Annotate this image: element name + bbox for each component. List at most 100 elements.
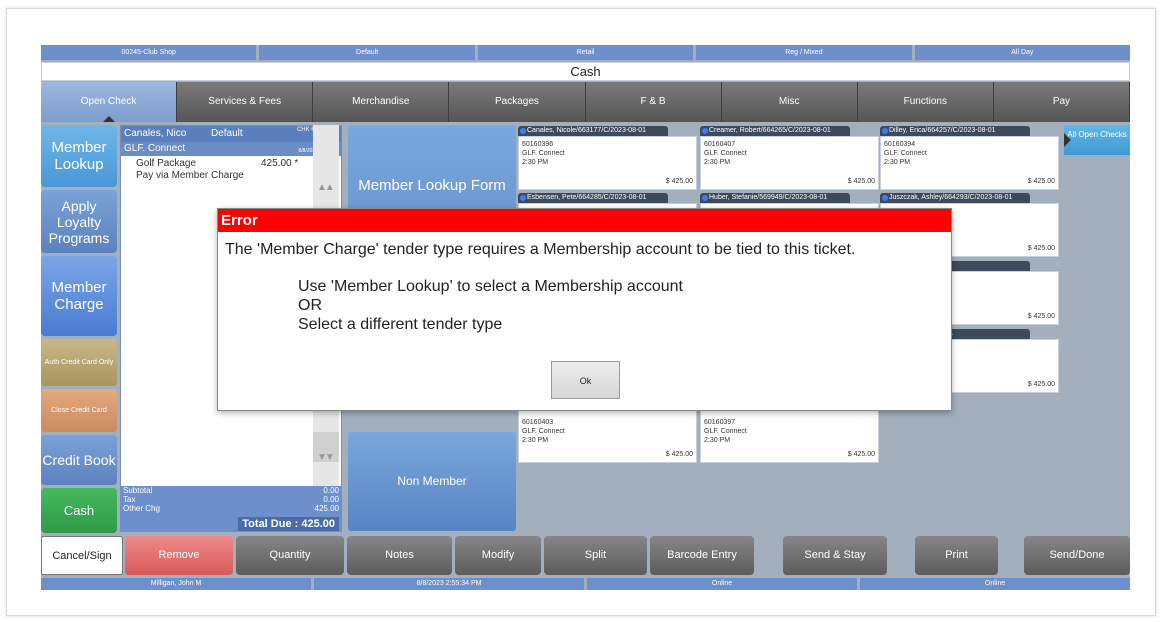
modify-button[interactable]: Modify [455, 536, 541, 575]
card-time: 2:30 PM [704, 437, 731, 444]
status-connection-2: Online [860, 578, 1130, 590]
member-charge-button[interactable]: Member Charge [41, 256, 117, 336]
tab-open-check[interactable]: Open Check [41, 82, 178, 122]
item-name: Golf Package [136, 158, 197, 169]
tab-pay[interactable]: Pay [993, 82, 1130, 122]
card-header: Esbensen, Pete/664285/C/2023-08-01 [518, 193, 668, 203]
card-amount: $ 425.00 [1027, 178, 1055, 185]
dialog-message: The 'Member Charge' tender type requires… [225, 241, 856, 258]
tab-functions[interactable]: Functions [857, 82, 994, 122]
info-bar: 00245-Club Shop Default Retail Reg / Mix… [41, 45, 1130, 60]
card-amount: $ 425.00 [847, 178, 875, 185]
auth-credit-card-button[interactable]: Auth Credit Card Only [41, 339, 117, 386]
card-time: 2:30 PM [884, 159, 911, 166]
status-datetime: 8/8/2023 2:55:34 PM [314, 578, 584, 590]
credit-book-button[interactable]: Credit Book [41, 435, 117, 485]
notes-button[interactable]: Notes [347, 536, 452, 575]
card-check: 60160397 [704, 419, 736, 426]
status-bar: Milligan, John M 8/8/2023 2:55:34 PM Onl… [41, 578, 1130, 590]
card-header: Canales, Nicole/663177/C/2023-08-01 [518, 126, 668, 136]
card-amount: $ 425.00 [1027, 313, 1055, 320]
info-shop: 00245-Club Shop [41, 45, 257, 60]
ticket-price-level: Default [211, 128, 243, 139]
barcode-entry-button[interactable]: Barcode Entry [650, 536, 754, 575]
dialog-line-3: Select a different tender type [298, 316, 503, 333]
card-amount: $ 425.00 [1027, 245, 1055, 252]
apply-loyalty-button[interactable]: Apply Loyalty Programs [41, 190, 117, 253]
card-check: 60160407 [704, 141, 736, 148]
dialog-line-2: OR [298, 297, 322, 314]
error-dialog: Error The 'Member Charge' tender type re… [217, 208, 952, 411]
card-header: Creamer, Robert/664265/C/2023-08-01 [700, 126, 850, 136]
info-type: Retail [477, 45, 694, 60]
card-check: 60160394 [884, 141, 916, 148]
cancel-sign-out-button[interactable]: Cancel/Sign Out [41, 536, 123, 590]
remove-button[interactable]: Remove [125, 536, 233, 575]
dialog-line-1: Use 'Member Lookup' to select a Membersh… [298, 278, 683, 295]
send-stay-button[interactable]: Send & Stay [783, 536, 887, 575]
cash-button[interactable]: Cash [41, 488, 117, 533]
tab-fb[interactable]: F & B [585, 82, 722, 122]
tab-merchandise[interactable]: Merchandise [313, 82, 450, 122]
tax-value: 0.00 [323, 495, 339, 504]
scroll-down-icon[interactable]: ▼▼ [317, 452, 335, 463]
other-charge-value: 425.00 [314, 504, 339, 513]
ticket-totals: Subtotal 0.00 Tax 0.00 Other Chg 425.00 Tot… [120, 486, 342, 532]
split-button[interactable]: Split [544, 536, 647, 575]
info-period: All Day [914, 45, 1130, 60]
open-check-card[interactable]: Dilley, Erica/664257/C/2023-08-01 601603… [880, 126, 1059, 202]
card-check: 60160396 [522, 141, 554, 148]
tab-packages[interactable]: Packages [449, 82, 586, 122]
card-check: 60160403 [522, 419, 554, 426]
open-check-card[interactable]: Canales, Nicole/663177/C/2023-08-01 6016… [518, 126, 697, 202]
member-lookup-button[interactable]: Member Lookup [41, 125, 117, 187]
status-user: Milligan, John M [41, 578, 311, 590]
open-check-card[interactable]: Creamer, Robert/664265/C/2023-08-01 6016… [700, 126, 879, 202]
total-due: Total Due : 425.00 [238, 517, 339, 531]
tab-misc[interactable]: Misc [721, 82, 858, 122]
card-amount: $ 425.00 [1027, 381, 1055, 388]
card-header: Dilley, Erica/664257/C/2023-08-01 [880, 126, 1030, 136]
ticket-header: Canales, Nico Default CHK 60160396 [121, 126, 341, 142]
all-open-checks-button[interactable]: All Open Checks [1064, 125, 1130, 155]
print-button[interactable]: Print [915, 536, 998, 575]
card-group: GLF. Connect [522, 150, 565, 157]
card-group: GLF. Connect [522, 428, 565, 435]
card-header: Juszczak, Ashley/664293/C/2023-08-01 [880, 193, 1030, 203]
tender-title: Cash [41, 62, 1130, 81]
item-price: 425.00 * [261, 158, 299, 169]
ticket-customer: Canales, Nico [124, 128, 187, 139]
ok-button[interactable]: Ok [551, 361, 620, 399]
card-amount: $ 425.00 [665, 451, 693, 458]
open-check-card[interactable]: 60160397 GLF. Connect 2:30 PM $ 425.00 [700, 408, 879, 464]
item-name: Pay via Member Charge [136, 170, 244, 181]
info-register: Reg / Mixed [696, 45, 912, 60]
ticket-group: GLF. Connect [124, 143, 186, 154]
subtotal-value: 0.00 [323, 486, 339, 495]
ticket-line-item[interactable]: Golf Package 425.00 * [121, 158, 341, 170]
tax-label: Tax [123, 495, 136, 504]
non-member-button[interactable]: Non Member [348, 432, 516, 531]
card-time: 2:30 PM [522, 437, 549, 444]
card-header: Huber, Stefanie/569949/C/2023-08-01 [700, 193, 850, 203]
card-amount: $ 425.00 [847, 451, 875, 458]
category-tabs: Open Check Services & Fees Merchandise P… [41, 82, 1130, 122]
ticket-line-item[interactable]: Pay via Member Charge [121, 170, 341, 182]
ticket-group-row[interactable]: GLF. Connect 8/8/2023 2:30 PM [121, 142, 341, 156]
scroll-up-icon[interactable]: ▲▲ [317, 182, 335, 193]
dialog-instructions: Use 'Member Lookup' to select a Membersh… [218, 259, 951, 334]
open-check-card[interactable]: 60160403 GLF. Connect 2:30 PM $ 425.00 [518, 408, 697, 464]
close-credit-card-button[interactable]: Close Credit Card [41, 389, 117, 432]
info-price-level: Default [259, 45, 475, 60]
card-group: GLF. Connect [704, 428, 747, 435]
tab-services-fees[interactable]: Services & Fees [177, 82, 314, 122]
dialog-title: Error [218, 209, 951, 232]
card-time: 2:30 PM [704, 159, 731, 166]
card-group: GLF. Connect [704, 150, 747, 157]
action-bar: Cancel/Sign Out Remove Quantity Notes Mo… [41, 535, 1130, 590]
quantity-button[interactable]: Quantity [236, 536, 344, 575]
subtotal-label: Subtotal [123, 486, 153, 495]
card-group: GLF. Connect [884, 150, 927, 157]
card-amount: $ 425.00 [665, 178, 693, 185]
send-done-button[interactable]: Send/Done [1024, 536, 1130, 575]
